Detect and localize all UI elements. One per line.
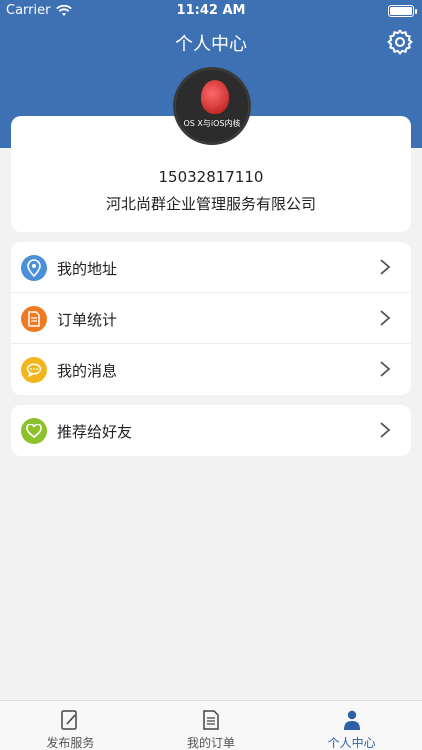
edit-icon <box>61 710 78 730</box>
avatar-bulb-graphic <box>201 80 229 114</box>
menu-item-order-stats[interactable]: 订单统计 <box>11 293 411 344</box>
document-icon <box>21 306 47 332</box>
tab-label: 发布服务 <box>46 736 95 750</box>
menu-item-label: 我的消息 <box>57 362 118 380</box>
tab-my-orders[interactable]: 我的订单 <box>141 701 282 750</box>
battery-icon <box>388 5 417 17</box>
user-icon <box>343 710 360 730</box>
chevron-right-icon <box>380 361 391 377</box>
status-bar: Carrier 11:42 AM <box>0 0 422 22</box>
menu-item-recommend[interactable]: 推荐给好友 <box>11 405 411 456</box>
page-title: 个人中心 <box>175 34 247 55</box>
company-name: 河北尚群企业管理服务有限公司 <box>105 195 316 213</box>
order-icon <box>203 710 219 730</box>
share-card: 推荐给好友 <box>11 405 411 456</box>
menu-item-label: 我的地址 <box>57 260 118 278</box>
tab-publish-service[interactable]: 发布服务 <box>0 701 141 750</box>
menu-card: 我的地址 订单统计 我的消息 <box>11 242 411 395</box>
avatar[interactable]: OS X与iOS内核 <box>173 67 251 145</box>
menu-item-label: 订单统计 <box>57 311 118 329</box>
chevron-right-icon <box>380 310 391 326</box>
menu-item-label: 推荐给好友 <box>57 423 133 441</box>
phone-number: 15032817110 <box>158 168 264 186</box>
avatar-text: OS X与iOS内核 <box>183 119 241 128</box>
chevron-right-icon <box>380 422 391 438</box>
menu-item-address[interactable]: 我的地址 <box>11 242 411 293</box>
status-time: 11:42 AM <box>176 3 246 18</box>
heart-icon <box>21 418 47 444</box>
message-icon <box>21 357 47 383</box>
tab-label: 个人中心 <box>327 736 376 750</box>
menu-item-messages[interactable]: 我的消息 <box>11 344 411 395</box>
tab-profile[interactable]: 个人中心 <box>281 701 422 750</box>
tab-bar: 发布服务 我的订单 个人中心 <box>0 700 422 750</box>
tab-label: 我的订单 <box>187 736 236 750</box>
location-icon <box>21 255 47 281</box>
gear-icon[interactable] <box>386 28 414 56</box>
chevron-right-icon <box>380 259 391 275</box>
